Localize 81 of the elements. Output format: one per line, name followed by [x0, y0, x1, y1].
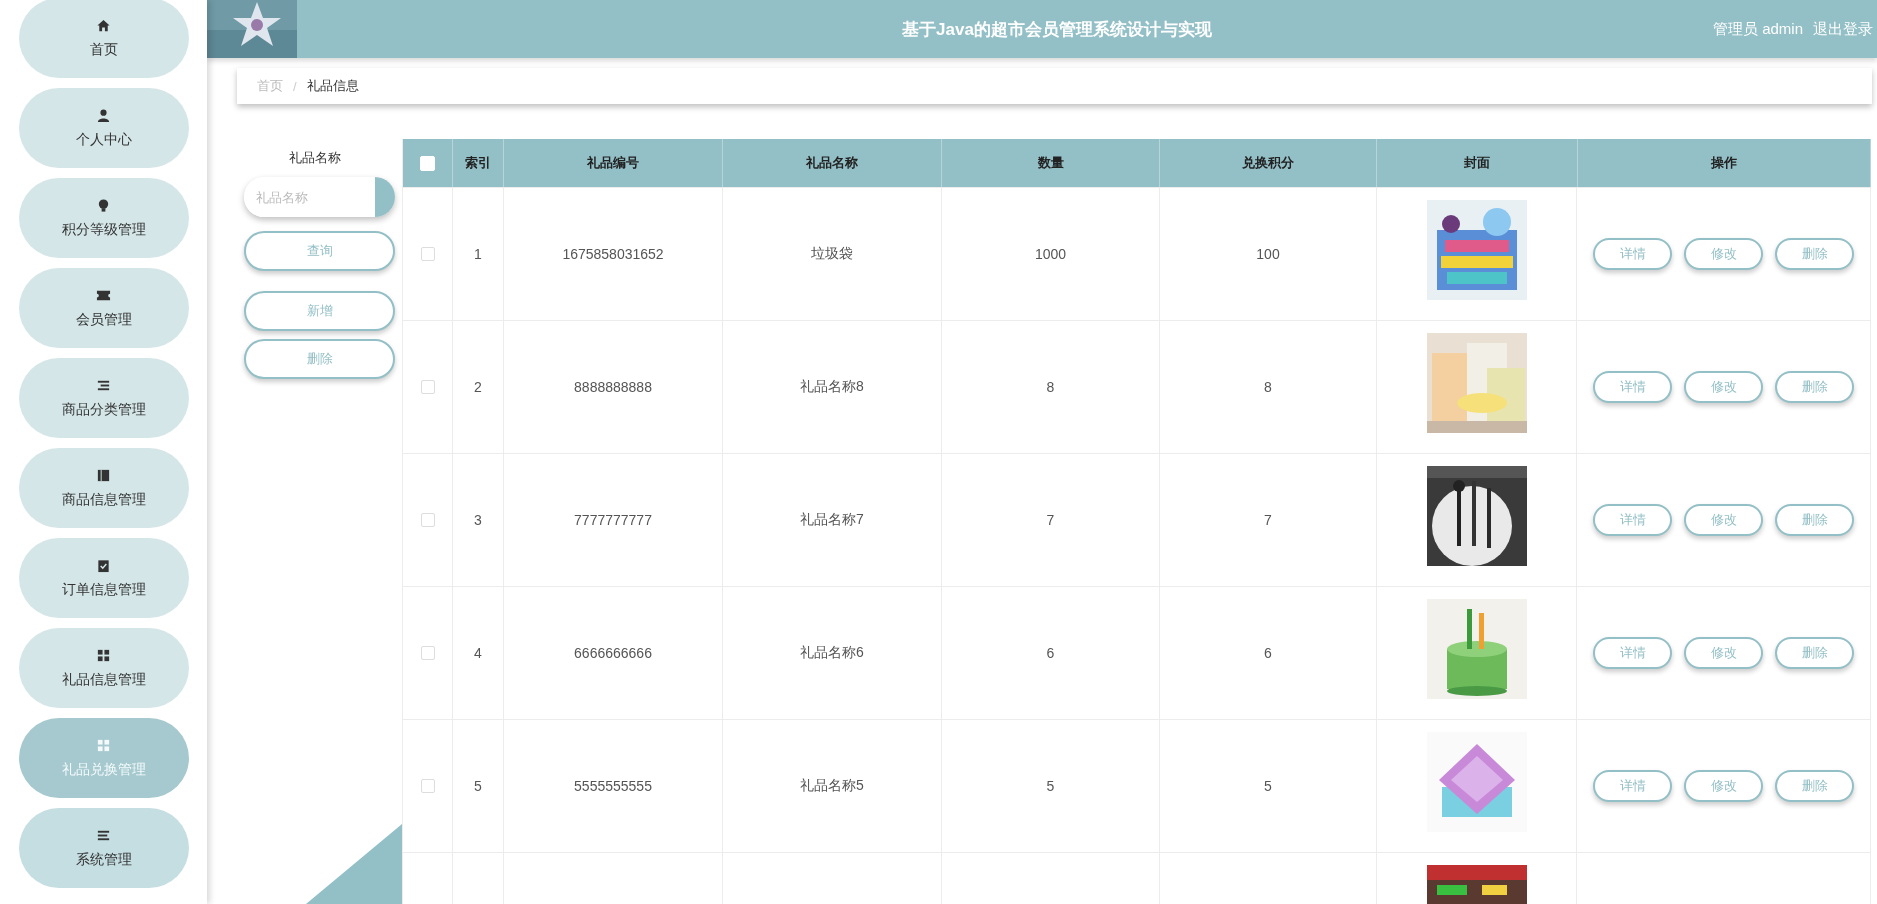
- table-cell: 3: [474, 512, 482, 528]
- table-cell: 1: [474, 246, 482, 262]
- sidebar-item[interactable]: 商品信息管理: [18, 448, 189, 528]
- row-action-button[interactable]: 修改: [1684, 770, 1763, 802]
- row-action-button[interactable]: 修改: [1684, 504, 1763, 536]
- row-action-button[interactable]: 详情: [1593, 637, 1672, 669]
- table-cell: 5: [1046, 778, 1055, 794]
- row-action-button[interactable]: 修改: [1684, 637, 1763, 669]
- grid-icon: [96, 647, 111, 663]
- table-cell: 6: [1046, 645, 1055, 661]
- sidebar-item[interactable]: 商品分类管理: [18, 358, 189, 438]
- grid-icon: [96, 737, 111, 753]
- table-cell: 6: [1264, 645, 1272, 661]
- search-field[interactable]: 礼品名称: [244, 177, 395, 217]
- action-button[interactable]: 新增: [244, 291, 395, 331]
- table-cell: 2: [474, 379, 482, 395]
- row-action-button[interactable]: 详情: [1593, 504, 1672, 536]
- column-header: 兑换积分: [1160, 139, 1377, 187]
- sidebar-item[interactable]: 礼品信息管理: [18, 628, 189, 708]
- row-action-button[interactable]: 删除: [1775, 770, 1854, 802]
- column-header: 索引: [453, 139, 504, 187]
- table-cell: 8: [1046, 379, 1055, 395]
- sidebar-item[interactable]: 个人中心: [18, 88, 189, 168]
- table-cell: 8888888888: [574, 379, 652, 395]
- table-cell: 7: [1046, 512, 1055, 528]
- search-button[interactable]: 查询: [244, 231, 395, 271]
- column-header: 操作: [1578, 139, 1871, 187]
- lightbulb-icon: [96, 197, 111, 213]
- person-icon: [96, 107, 111, 123]
- sidebar-item[interactable]: 礼品兑换管理: [18, 718, 189, 798]
- action-button[interactable]: 删除: [244, 339, 395, 379]
- user-label: 管理员 admin: [1712, 19, 1803, 39]
- row-checkbox[interactable]: [420, 646, 435, 660]
- row-checkbox[interactable]: [420, 779, 435, 793]
- row-action-button[interactable]: 详情: [1593, 770, 1672, 802]
- row-action-button[interactable]: 修改: [1684, 371, 1763, 403]
- table-cell: 8: [1264, 379, 1272, 395]
- row-action-button[interactable]: 删除: [1775, 504, 1854, 536]
- table-cell: 垃圾袋: [811, 245, 853, 263]
- sidebar-item[interactable]: 积分等级管理: [18, 178, 189, 258]
- app-title: 基于Java的超市会员管理系统设计与实现: [901, 18, 1213, 41]
- sidebar-item[interactable]: 订单信息管理: [18, 538, 189, 618]
- row-checkbox[interactable]: [420, 380, 435, 394]
- row-action-button[interactable]: 删除: [1775, 238, 1854, 270]
- table-cell: 1000: [1034, 246, 1067, 262]
- breadcrumb-separator: /: [293, 78, 297, 94]
- column-header: 礼品编号: [504, 139, 723, 187]
- sidebar-item[interactable]: 系统管理: [18, 808, 189, 888]
- table-cell: 礼品名称8: [800, 378, 864, 396]
- column-header: 礼品名称: [723, 139, 942, 187]
- table-cell: 6666666666: [574, 645, 652, 661]
- sidebar-item[interactable]: 会员管理: [18, 268, 189, 348]
- table-cell: 5: [474, 778, 482, 794]
- table-cell: 7: [1264, 512, 1272, 528]
- logout-link[interactable]: 退出登录: [1813, 19, 1873, 39]
- row-action-button[interactable]: 详情: [1593, 371, 1672, 403]
- row-checkbox[interactable]: [420, 247, 435, 261]
- table-cell: 1675858031652: [562, 246, 664, 262]
- table-cell: 100: [1256, 246, 1280, 262]
- breadcrumb-item[interactable]: 礼品信息: [306, 77, 359, 95]
- breadcrumb-item[interactable]: 首页: [257, 77, 283, 95]
- row-action-button[interactable]: 修改: [1684, 238, 1763, 270]
- column-header: 封面: [1377, 139, 1578, 187]
- table-cell: 礼品名称5: [800, 777, 864, 795]
- row-action-button[interactable]: 详情: [1593, 238, 1672, 270]
- row-action-button[interactable]: 删除: [1775, 637, 1854, 669]
- table-cell: 4: [474, 645, 482, 661]
- select-all-checkbox[interactable]: [420, 155, 435, 171]
- book-icon: [96, 467, 111, 483]
- home-icon: [96, 17, 111, 33]
- table-cell: 礼品名称6: [800, 644, 864, 662]
- table-cell: 5555555555: [574, 778, 652, 794]
- sidebar-item[interactable]: 首页: [18, 0, 189, 78]
- row-checkbox[interactable]: [420, 513, 435, 527]
- table-cell: 5: [1264, 778, 1272, 794]
- row-action-button[interactable]: 删除: [1775, 371, 1854, 403]
- search-label: 礼品名称: [288, 149, 341, 167]
- clipboard-check-icon: [96, 557, 111, 573]
- table-cell: 礼品名称7: [800, 511, 864, 529]
- column-header: 数量: [942, 139, 1160, 187]
- table-cell: 7777777777: [574, 512, 652, 528]
